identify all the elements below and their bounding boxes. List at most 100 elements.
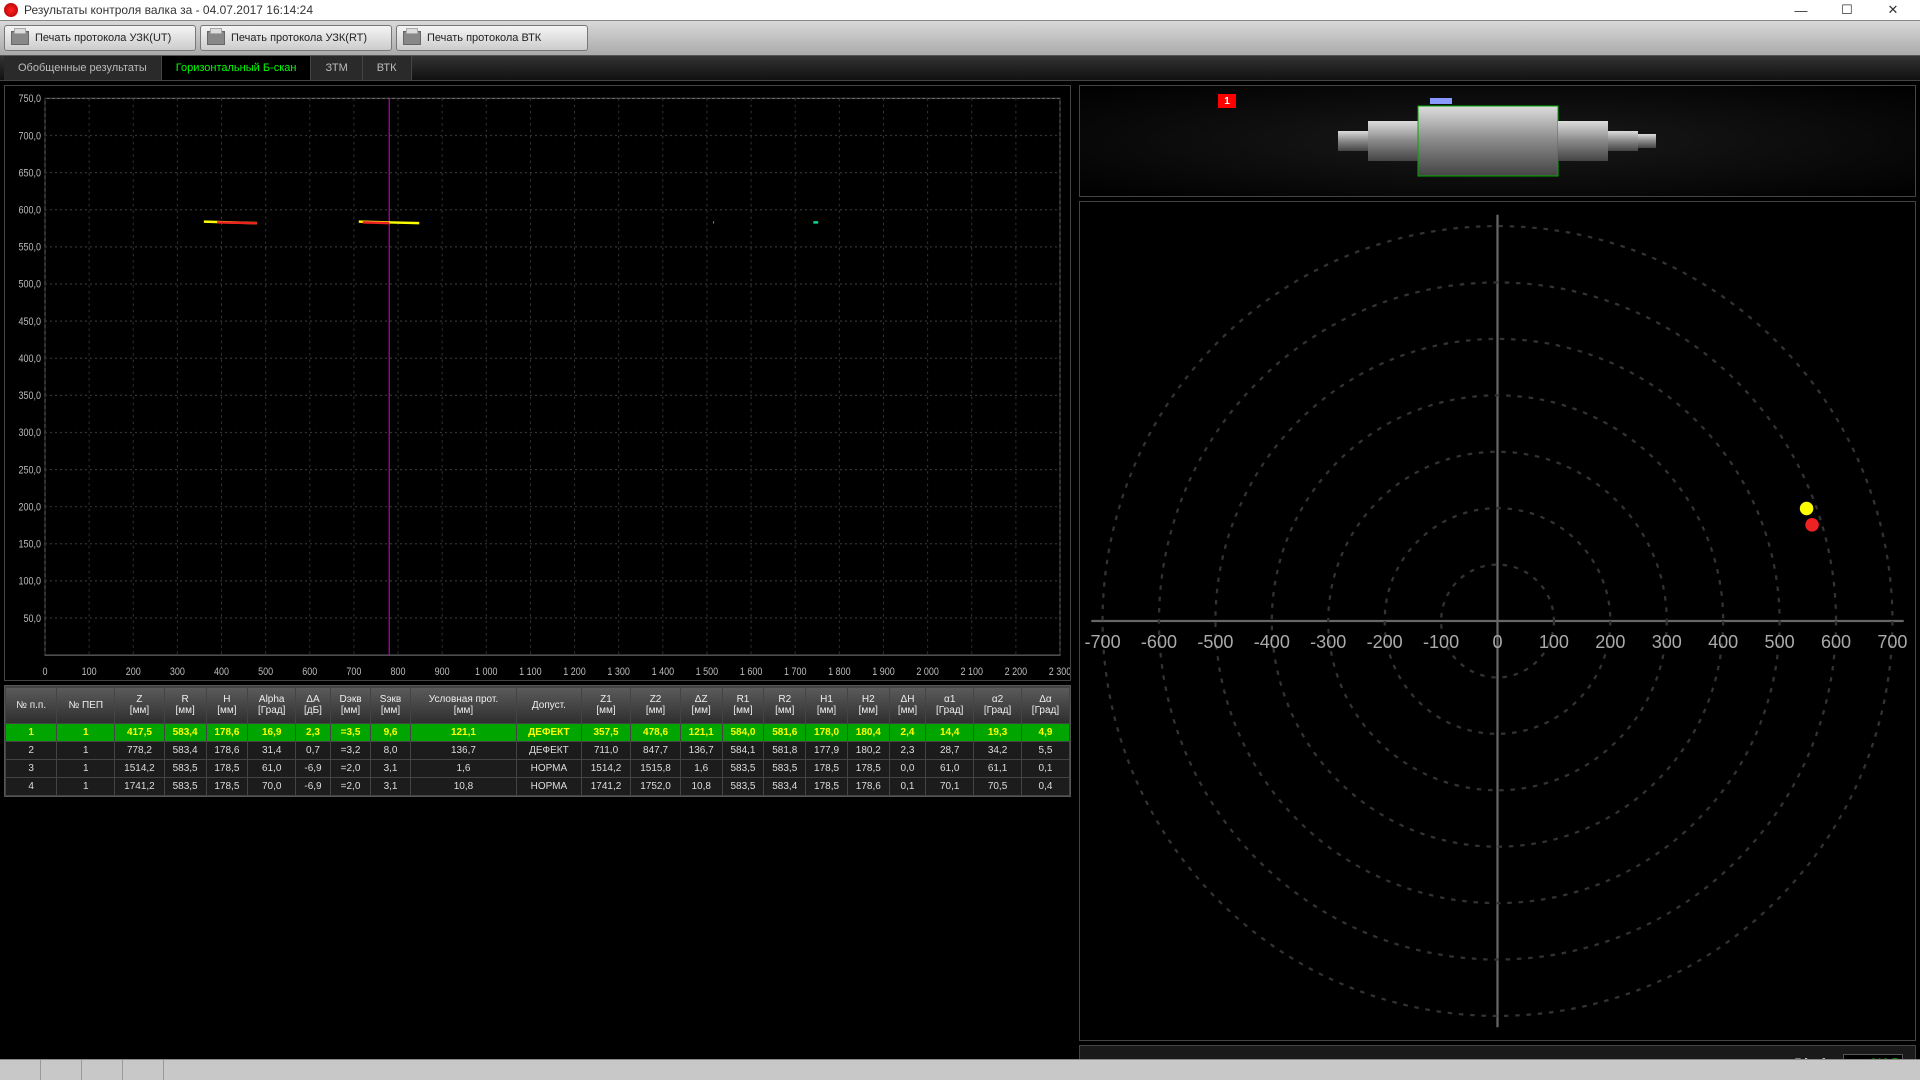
table-cell: 136,7 xyxy=(680,742,722,760)
table-cell: 581,6 xyxy=(764,724,806,742)
maximize-button[interactable]: ☐ xyxy=(1824,0,1870,20)
titlebar: Результаты контроля валка за - 04.07.201… xyxy=(0,0,1920,21)
table-cell: 583,4 xyxy=(164,724,206,742)
table-cell: 178,6 xyxy=(847,778,889,796)
table-cell: 178,5 xyxy=(806,760,848,778)
table-cell: =3,2 xyxy=(330,742,370,760)
svg-text:750,0: 750,0 xyxy=(18,93,41,105)
svg-text:1 300: 1 300 xyxy=(607,666,630,678)
table-cell: 2,3 xyxy=(889,742,926,760)
table-cell: 0,1 xyxy=(889,778,926,796)
svg-text:600,0: 600,0 xyxy=(18,205,41,217)
table-header[interactable]: ΔZ[мм] xyxy=(680,687,722,724)
table-header[interactable]: Alpha[Град] xyxy=(248,687,296,724)
table-cell: 1 xyxy=(57,742,115,760)
svg-text:1 200: 1 200 xyxy=(563,666,586,678)
table-row[interactable]: 11417,5583,4178,616,92,3=3,59,6121,1ДЕФЕ… xyxy=(6,724,1070,742)
table-cell: 8,0 xyxy=(371,742,411,760)
toolbar: Печать протокола УЗК(UT) Печать протокол… xyxy=(0,21,1920,56)
results-table[interactable]: № п.п.№ ПЕПZ[мм]R[мм]H[мм]Alpha[Град]ΔA[… xyxy=(5,686,1070,796)
table-cell: 121,1 xyxy=(410,724,516,742)
window-title: Результаты контроля валка за - 04.07.201… xyxy=(24,3,1778,17)
table-cell: 583,5 xyxy=(722,778,764,796)
polar-view[interactable]: -700-600-500-400-300-200-100010020030040… xyxy=(1079,201,1916,1041)
table-header[interactable]: H[мм] xyxy=(206,687,248,724)
table-cell: 1 xyxy=(57,778,115,796)
svg-text:0: 0 xyxy=(1492,632,1502,652)
table-cell: 357,5 xyxy=(581,724,631,742)
table-header[interactable]: № ПЕП xyxy=(57,687,115,724)
svg-text:1 900: 1 900 xyxy=(872,666,895,678)
table-row[interactable]: 311514,2583,5178,561,0-6,9=2,03,11,6НОРМ… xyxy=(6,760,1070,778)
table-cell: НОРМА xyxy=(517,778,582,796)
tab-vtk[interactable]: ВТК xyxy=(363,56,412,80)
bscan-chart[interactable]: 01002003004005006007008009001 0001 1001 … xyxy=(4,85,1071,681)
table-cell: 70,1 xyxy=(926,778,974,796)
table-header[interactable]: Условная прот.[мм] xyxy=(410,687,516,724)
print-uz-ut-button[interactable]: Печать протокола УЗК(UT) xyxy=(4,25,196,51)
table-header[interactable]: α2[Град] xyxy=(974,687,1022,724)
table-cell: =2,0 xyxy=(330,760,370,778)
table-cell: 180,2 xyxy=(847,742,889,760)
table-header[interactable]: H1[мм] xyxy=(806,687,848,724)
table-cell: НОРМА xyxy=(517,760,582,778)
table-header[interactable]: Z[мм] xyxy=(115,687,165,724)
status-cell xyxy=(0,1060,41,1080)
table-row[interactable]: 21778,2583,4178,631,40,7=3,28,0136,7ДЕФЕ… xyxy=(6,742,1070,760)
status-cell xyxy=(41,1060,82,1080)
table-cell: 0,1 xyxy=(1021,760,1069,778)
table-cell: 778,2 xyxy=(115,742,165,760)
table-header[interactable]: H2[мм] xyxy=(847,687,889,724)
print-vtk-label: Печать протокола ВТК xyxy=(427,32,541,44)
svg-text:2 100: 2 100 xyxy=(960,666,983,678)
table-header[interactable]: ΔH[мм] xyxy=(889,687,926,724)
table-header[interactable]: Допуст. xyxy=(517,687,582,724)
print-uz-rt-button[interactable]: Печать протокола УЗК(RT) xyxy=(200,25,392,51)
svg-text:2 300: 2 300 xyxy=(1049,666,1070,678)
close-button[interactable]: ✕ xyxy=(1870,0,1916,20)
svg-text:150,0: 150,0 xyxy=(18,539,41,551)
table-cell: 417,5 xyxy=(115,724,165,742)
table-header[interactable]: № п.п. xyxy=(6,687,57,724)
print-ut-label: Печать протокола УЗК(UT) xyxy=(35,32,171,44)
svg-text:-700: -700 xyxy=(1085,632,1121,652)
table-header[interactable]: R[мм] xyxy=(164,687,206,724)
table-cell: 583,4 xyxy=(164,742,206,760)
table-cell: 1 xyxy=(57,724,115,742)
table-cell: 1,6 xyxy=(680,760,722,778)
table-cell: 178,6 xyxy=(206,742,248,760)
tab-bscan[interactable]: Горизонтальный Б-скан xyxy=(162,56,312,80)
table-header[interactable]: Δα[Град] xyxy=(1021,687,1069,724)
svg-text:200,0: 200,0 xyxy=(18,502,41,514)
svg-text:1 700: 1 700 xyxy=(784,666,807,678)
tab-summary[interactable]: Обобщенные результаты xyxy=(4,56,162,80)
svg-text:-400: -400 xyxy=(1254,632,1290,652)
table-header[interactable]: R1[мм] xyxy=(722,687,764,724)
table-header[interactable]: Z1[мм] xyxy=(581,687,631,724)
left-panel: 01002003004005006007008009001 0001 1001 … xyxy=(0,81,1075,797)
minimize-button[interactable]: — xyxy=(1778,0,1824,20)
status-cell xyxy=(82,1060,123,1080)
svg-text:550,0: 550,0 xyxy=(18,242,41,254)
table-cell: 178,5 xyxy=(847,760,889,778)
svg-text:1 100: 1 100 xyxy=(519,666,542,678)
table-cell: 4,9 xyxy=(1021,724,1069,742)
table-header[interactable]: Z2[мм] xyxy=(631,687,681,724)
svg-text:200: 200 xyxy=(1595,632,1625,652)
right-panel: 1 -700-600-500-400-300-200-1000100200300… xyxy=(1075,81,1920,797)
table-header[interactable]: ΔA[дБ] xyxy=(296,687,331,724)
table-row[interactable]: 411741,2583,5178,570,0-6,9=2,03,110,8НОР… xyxy=(6,778,1070,796)
table-header[interactable]: α1[Град] xyxy=(926,687,974,724)
svg-text:900: 900 xyxy=(435,666,450,678)
table-header[interactable]: Dэкв[мм] xyxy=(330,687,370,724)
table-header[interactable]: Sэкв[мм] xyxy=(371,687,411,724)
table-cell: 10,8 xyxy=(680,778,722,796)
table-header[interactable]: R2[мм] xyxy=(764,687,806,724)
tab-ztm[interactable]: ЗТМ xyxy=(311,56,362,80)
table-cell: 584,0 xyxy=(722,724,764,742)
table-cell: 178,0 xyxy=(806,724,848,742)
svg-text:1 000: 1 000 xyxy=(475,666,498,678)
roll-view[interactable]: 1 xyxy=(1079,85,1916,197)
print-vtk-button[interactable]: Печать протокола ВТК xyxy=(396,25,588,51)
svg-text:300: 300 xyxy=(1652,632,1682,652)
